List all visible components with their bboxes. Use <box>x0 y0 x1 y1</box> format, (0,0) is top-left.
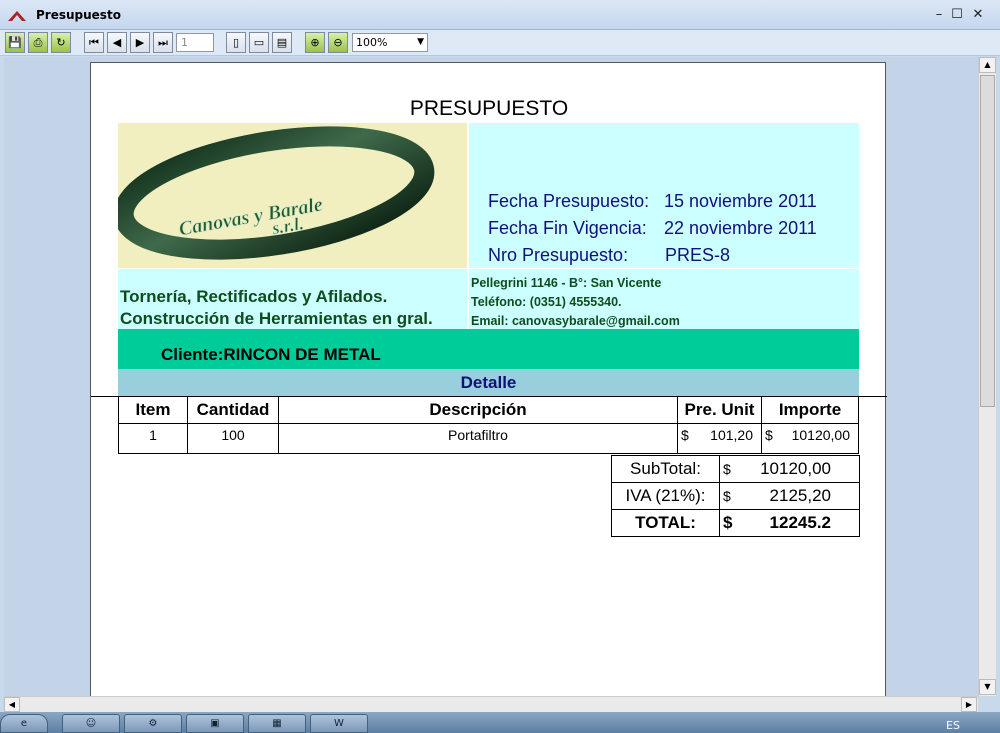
currency-symbol: $ <box>765 426 773 443</box>
vigencia-label: Fecha Fin Vigencia: <box>488 218 647 238</box>
last-page-button[interactable]: ⏭ <box>153 32 173 53</box>
total-label: TOTAL: <box>611 509 720 537</box>
print-button[interactable]: ⎙ <box>28 32 48 53</box>
iva-value: 2125,20 <box>769 486 831 505</box>
page-number-input[interactable]: 1 <box>176 33 214 52</box>
chevron-down-icon: ▼ <box>417 37 424 47</box>
client-bar: Cliente:RINCON DE METAL <box>118 329 859 369</box>
zoom-in-button[interactable]: ⊕ <box>305 32 325 53</box>
total-value: 12245.2 <box>769 513 831 532</box>
report-toolbar: 💾 ⎙ ↻ ⏮ ◀ ▶ ⏭ 1 ▯ ▭ ▤ ⊕ ⊖ 100% ▼ <box>0 30 1000 56</box>
company-contact: Pellegrini 1146 - B°: San Vicente Teléfo… <box>469 269 859 329</box>
ie-icon[interactable]: e <box>0 714 48 733</box>
col-cantidad: Cantidad <box>187 397 279 424</box>
cell-descripcion: Portafiltro <box>278 422 678 454</box>
totals-table: SubTotal: $ 10120,00 IVA (21%): $ 2125,2… <box>611 455 860 537</box>
scroll-down-icon[interactable]: ▼ <box>979 679 996 695</box>
cell-item: 1 <box>118 422 188 454</box>
minimize-button[interactable]: – <box>930 6 948 24</box>
iva-row: IVA (21%): $ 2125,20 <box>611 482 860 510</box>
language-indicator[interactable]: ES <box>946 719 960 732</box>
company-logo: Canovas y Barale s.r.l. <box>113 123 467 268</box>
address-text: Pellegrini 1146 - B°: San Vicente <box>471 276 662 290</box>
prev-page-button[interactable]: ◀ <box>107 32 127 53</box>
iva-label: IVA (21%): <box>611 482 720 510</box>
currency-symbol: $ <box>723 513 733 532</box>
zoom-select[interactable]: 100% ▼ <box>352 33 428 52</box>
items-table: Item Cantidad Descripción Pre. Unit Impo… <box>118 397 859 454</box>
phone-text: Teléfono: (0351) 4555340. <box>471 295 622 309</box>
close-button[interactable]: ✕ <box>969 6 987 24</box>
nro-value: PRES-8 <box>665 245 731 265</box>
gear-icon[interactable]: ⚙ <box>124 714 182 733</box>
total-cell: $ 12245.2 <box>719 509 860 537</box>
tagline-2: Construcción de Herramientas en gral. <box>120 309 433 328</box>
col-descripcion: Descripción <box>278 397 678 424</box>
col-pre-unit: Pre. Unit <box>677 397 762 424</box>
os-taskbar: e ☺ ⚙ ▣ ▦ W ES <box>0 712 1000 733</box>
users-icon[interactable]: ☺ <box>62 714 120 733</box>
detalle-heading: Detalle <box>460 373 517 392</box>
word-icon[interactable]: W <box>310 714 368 733</box>
table-row: 1 100 Portafiltro $ 101,20 $ 10120,00 <box>118 422 859 454</box>
pre-unit-value: 101,20 <box>710 426 753 443</box>
cell-cantidad: 100 <box>187 422 279 454</box>
subtotal-value: 10120,00 <box>760 459 831 478</box>
iva-cell: $ 2125,20 <box>719 482 860 510</box>
subtotal-label: SubTotal: <box>611 455 720 483</box>
first-page-button[interactable]: ⏮ <box>84 32 104 53</box>
currency-symbol: $ <box>723 461 731 477</box>
page-width-button[interactable]: ▭ <box>249 32 269 53</box>
title-bar: Presupuesto – ☐ ✕ <box>0 0 1000 30</box>
app-icon <box>8 11 26 21</box>
col-importe: Importe <box>761 397 859 424</box>
col-item: Item <box>118 397 188 424</box>
single-page-button[interactable]: ▯ <box>226 32 246 53</box>
tagline-1: Tornería, Rectificados y Afilados. <box>120 287 388 306</box>
window-title: Presupuesto <box>36 8 121 22</box>
fecha-value: 15 noviembre 2011 <box>664 191 817 211</box>
vigencia-value: 22 noviembre 2011 <box>664 218 817 238</box>
detalle-bar: Detalle <box>118 369 859 396</box>
table-header-row: Item Cantidad Descripción Pre. Unit Impo… <box>118 397 859 424</box>
scroll-thumb[interactable] <box>980 75 995 407</box>
budget-info: Fecha Presupuesto: 15 noviembre 2011 Fec… <box>469 123 859 268</box>
client-name: Cliente:RINCON DE METAL <box>161 345 381 364</box>
report-page: PRESUPUESTO Canovas y Barale s.r.l. Fech… <box>90 62 887 696</box>
logo-ellipse-icon: Canovas y Barale s.r.l. <box>113 126 435 260</box>
box-icon[interactable]: ▣ <box>186 714 244 733</box>
scroll-left-icon[interactable]: ◀ <box>4 697 20 712</box>
app-task-icon[interactable]: ▦ <box>248 714 306 733</box>
currency-symbol: $ <box>723 488 731 504</box>
zoom-out-button[interactable]: ⊖ <box>328 32 348 53</box>
currency-symbol: $ <box>681 426 689 443</box>
importe-value: 10120,00 <box>791 426 850 443</box>
report-title: PRESUPUESTO <box>409 97 569 120</box>
total-row: TOTAL: $ 12245.2 <box>611 509 860 537</box>
horizontal-scrollbar[interactable]: ◀ ▶ <box>4 696 978 712</box>
fecha-label: Fecha Presupuesto: <box>488 191 650 211</box>
maximize-button[interactable]: ☐ <box>948 6 966 24</box>
whole-page-button[interactable]: ▤ <box>272 32 292 53</box>
zoom-value: 100% <box>356 36 388 49</box>
scroll-up-icon[interactable]: ▲ <box>979 57 996 73</box>
cell-importe: $ 10120,00 <box>761 422 859 454</box>
save-button[interactable]: 💾 <box>5 32 25 53</box>
refresh-button[interactable]: ↻ <box>51 32 71 53</box>
scroll-right-icon[interactable]: ▶ <box>961 697 977 712</box>
next-page-button[interactable]: ▶ <box>130 32 150 53</box>
subtotal-row: SubTotal: $ 10120,00 <box>611 455 860 483</box>
email-text: Email: canovasybarale@gmail.com <box>471 314 680 328</box>
vertical-scrollbar[interactable]: ▲ ▼ <box>978 57 996 696</box>
cell-pre-unit: $ 101,20 <box>677 422 762 454</box>
report-viewer: PRESUPUESTO Canovas y Barale s.r.l. Fech… <box>4 57 978 696</box>
subtotal-cell: $ 10120,00 <box>719 455 860 483</box>
company-tagline: Tornería, Rectificados y Afilados. Const… <box>118 269 467 329</box>
nro-label: Nro Presupuesto: <box>488 245 629 265</box>
